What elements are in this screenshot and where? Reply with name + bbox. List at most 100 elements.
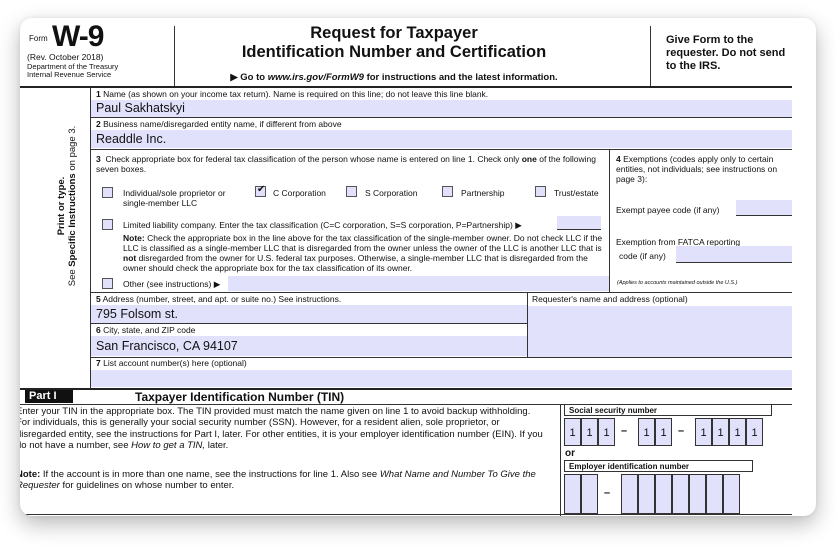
checkbox-trust-estate[interactable] bbox=[535, 186, 546, 197]
line3-text-a: Check appropriate box for federal tax cl… bbox=[105, 154, 522, 164]
line2-label: 2 Business name/disregarded entity name,… bbox=[96, 119, 342, 129]
line4-text: Exemptions (codes apply only to certain … bbox=[616, 154, 778, 184]
note-not: not bbox=[123, 253, 137, 263]
account-numbers-field[interactable] bbox=[91, 370, 792, 387]
line7-label: 7 List account number(s) here (optional) bbox=[96, 358, 247, 368]
name-field[interactable]: Paul Sakhatskyi bbox=[91, 100, 792, 117]
line5-label: 5 Address (number, street, and apt. or s… bbox=[96, 294, 341, 304]
irs-link[interactable]: www.irs.gov/FormW9 bbox=[268, 72, 364, 83]
side-prefix: See bbox=[67, 266, 78, 287]
exempt-payee-label: Exempt payee code (if any) bbox=[616, 205, 720, 215]
part1-note: Note: If the account is in more than one… bbox=[20, 469, 546, 492]
ein-digit-box[interactable] bbox=[564, 474, 581, 514]
part1-para-italic: How to get a TIN, bbox=[131, 440, 206, 452]
checkbox-other[interactable] bbox=[102, 278, 113, 289]
ssn-digit-box[interactable]: 1 bbox=[712, 418, 729, 446]
label-c-corporation: C Corporation bbox=[273, 188, 326, 198]
ein-digit-box[interactable] bbox=[581, 474, 598, 514]
ein-digit-box[interactable] bbox=[706, 474, 723, 514]
ssn-digit-box[interactable]: 1 bbox=[655, 418, 672, 446]
part1-note-bold: Note: bbox=[20, 469, 41, 480]
requester-label: Requester's name and address (optional) bbox=[532, 294, 688, 304]
line1-number: 1 bbox=[96, 89, 101, 99]
label-llc: Limited liability company. Enter the tax… bbox=[123, 220, 522, 230]
ein-field[interactable]: – bbox=[564, 474, 764, 516]
note-bold: Note: bbox=[123, 233, 145, 243]
line3-text-bold: one bbox=[521, 154, 537, 164]
ein-separator-dash: – bbox=[604, 487, 611, 499]
llc-classification-field[interactable] bbox=[557, 216, 601, 230]
checkbox-partnership[interactable] bbox=[442, 186, 453, 197]
form-title: Request for Taxpayer Identification Numb… bbox=[174, 24, 614, 62]
line6-number: 6 bbox=[96, 325, 101, 335]
address-field[interactable]: 795 Folsom st. bbox=[91, 305, 527, 323]
service: Internal Revenue Service bbox=[27, 70, 112, 79]
ssn-digit-box[interactable]: 1 bbox=[598, 418, 615, 446]
label-s-corporation: S Corporation bbox=[365, 188, 418, 198]
line7-text: List account number(s) here (optional) bbox=[103, 358, 247, 368]
line3-label: 3 Check appropriate box for federal tax … bbox=[96, 154, 606, 174]
part1-para-a: Enter your TIN in the appropriate box. T… bbox=[20, 406, 543, 452]
ssn-field[interactable]: 1 1 1–1 1–1 1 1 1 bbox=[564, 418, 804, 448]
label-partnership: Partnership bbox=[461, 188, 505, 198]
part1-para-b: later. bbox=[205, 440, 229, 452]
line1-text: Name (as shown on your income tax return… bbox=[103, 89, 489, 99]
ssn-digit-box[interactable]: 1 bbox=[729, 418, 746, 446]
label-trust-estate: Trust/estate bbox=[554, 188, 599, 198]
city-state-zip-field[interactable]: San Francisco, CA 94107 bbox=[91, 336, 527, 356]
line3-number: 3 bbox=[96, 154, 101, 164]
ein-label: Employer identification number bbox=[564, 460, 753, 472]
checkbox-llc[interactable] bbox=[102, 219, 113, 230]
line6-text: City, state, and ZIP code bbox=[103, 325, 196, 335]
llc-note: Note: Check the appropriate box in the l… bbox=[123, 233, 609, 273]
ein-digit-box[interactable] bbox=[655, 474, 672, 514]
checkbox-c-corporation[interactable]: ✔ bbox=[255, 184, 266, 197]
line2-number: 2 bbox=[96, 119, 101, 129]
note-text-b: disregarded from the owner for U.S. fede… bbox=[123, 253, 588, 273]
give-form-notice: Give Form to the requester. Do not send … bbox=[666, 34, 786, 72]
ein-digit-box[interactable] bbox=[689, 474, 706, 514]
side-bold: Specific Instructions bbox=[67, 173, 78, 267]
fatca-code-field[interactable] bbox=[676, 246, 792, 263]
ein-digit-box[interactable] bbox=[723, 474, 740, 514]
label-individual: Individual/sole proprietor or single-mem… bbox=[123, 188, 226, 208]
part1-note-b: for guidelines on whose number to enter. bbox=[59, 480, 235, 492]
ssn-separator-dash: – bbox=[621, 425, 628, 437]
checkbox-s-corporation[interactable] bbox=[346, 186, 357, 197]
line5-text: Address (number, street, and apt. or sui… bbox=[102, 294, 342, 304]
ssn-digit-box[interactable]: 1 bbox=[746, 418, 763, 446]
side-instructions: Print or type. See Specific Instructions… bbox=[56, 106, 78, 306]
note-text-a: Check the appropriate box in the line ab… bbox=[123, 233, 603, 253]
fatca-applies-note: (Applies to accounts maintained outside … bbox=[617, 280, 738, 286]
ssn-separator-dash: – bbox=[678, 425, 685, 437]
ssn-digit-box[interactable]: 1 bbox=[564, 418, 581, 446]
fatca-label-2: code (if any) bbox=[619, 251, 666, 261]
ein-digit-box[interactable] bbox=[672, 474, 689, 514]
checkmark-icon: ✔ bbox=[257, 184, 266, 195]
ein-digit-box[interactable] bbox=[638, 474, 655, 514]
goto-prefix: ▶ Go to bbox=[230, 72, 268, 83]
label-other: Other (see instructions) ▶ bbox=[123, 279, 221, 289]
ein-digit-box[interactable] bbox=[621, 474, 638, 514]
requester-field[interactable] bbox=[528, 306, 792, 357]
line4-label: 4 Exemptions (codes apply only to certai… bbox=[616, 154, 788, 184]
line4-number: 4 bbox=[616, 154, 621, 164]
line5-number: 5 bbox=[96, 294, 101, 304]
part1-title: Taxpayer Identification Number (TIN) bbox=[135, 390, 345, 404]
business-name-field[interactable]: Readdle Inc. bbox=[91, 130, 792, 148]
other-field[interactable] bbox=[228, 276, 609, 291]
part1-instructions: Enter your TIN in the appropriate box. T… bbox=[20, 406, 546, 452]
goto-instructions: ▶ Go to www.irs.gov/FormW9 for instructi… bbox=[174, 72, 614, 83]
title-line-1: Request for Taxpayer bbox=[310, 24, 478, 42]
part1-note-a: If the account is in more than one name,… bbox=[40, 469, 380, 480]
ssn-digit-box[interactable]: 1 bbox=[581, 418, 598, 446]
form-number: W-9 bbox=[52, 20, 104, 53]
checkbox-individual[interactable] bbox=[102, 187, 113, 198]
ssn-digit-box[interactable]: 1 bbox=[695, 418, 712, 446]
line2-text: Business name/disregarded entity name, i… bbox=[103, 119, 342, 129]
ssn-label: Social security number bbox=[564, 404, 772, 416]
ssn-digit-box[interactable]: 1 bbox=[638, 418, 655, 446]
specific-instructions-note: See Specific Instructions on page 3. bbox=[67, 106, 78, 306]
exempt-payee-field[interactable] bbox=[736, 200, 792, 216]
line6-label: 6 City, state, and ZIP code bbox=[96, 325, 195, 335]
